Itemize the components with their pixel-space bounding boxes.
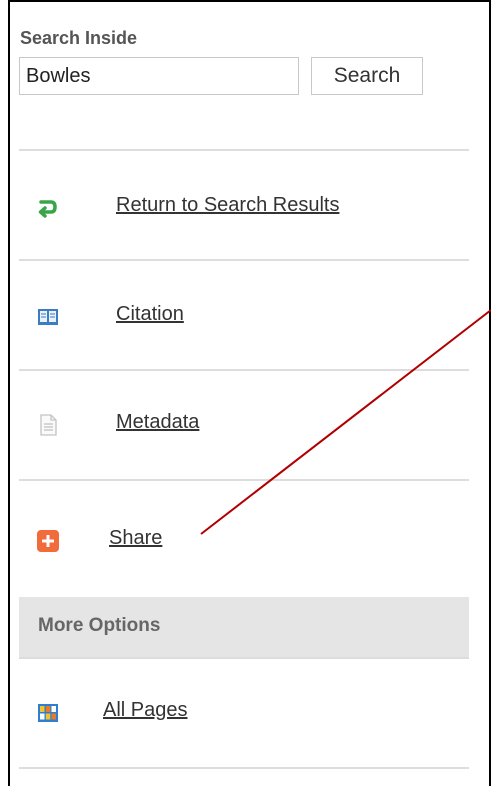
metadata-item[interactable]: Metadata [19,405,469,445]
more-options-header: More Options [19,597,469,658]
plus-icon [37,530,59,552]
grid-icon [38,704,58,722]
metadata-link[interactable]: Metadata [116,411,199,434]
divider [19,479,469,481]
share-item[interactable]: Share [19,521,469,561]
search-input[interactable] [19,57,299,95]
divider [19,657,469,659]
all-pages-item[interactable]: All Pages [19,693,469,733]
share-link[interactable]: Share [109,527,162,550]
divider [19,369,469,371]
return-to-search-results-item[interactable]: Return to Search Results [19,188,469,228]
return-arrow-icon [38,200,57,218]
book-icon [38,309,58,325]
divider [19,767,469,769]
all-pages-link[interactable]: All Pages [103,699,188,722]
search-button[interactable]: Search [311,57,423,95]
search-inside-title: Search Inside [20,28,138,48]
divider [19,259,469,261]
citation-link[interactable]: Citation [116,303,184,326]
document-icon [40,414,57,436]
citation-item[interactable]: Citation [19,297,469,337]
divider [19,149,469,151]
page-frame [8,0,491,786]
more-options-title: More Options [38,615,161,636]
return-to-search-results-link[interactable]: Return to Search Results [116,194,339,217]
